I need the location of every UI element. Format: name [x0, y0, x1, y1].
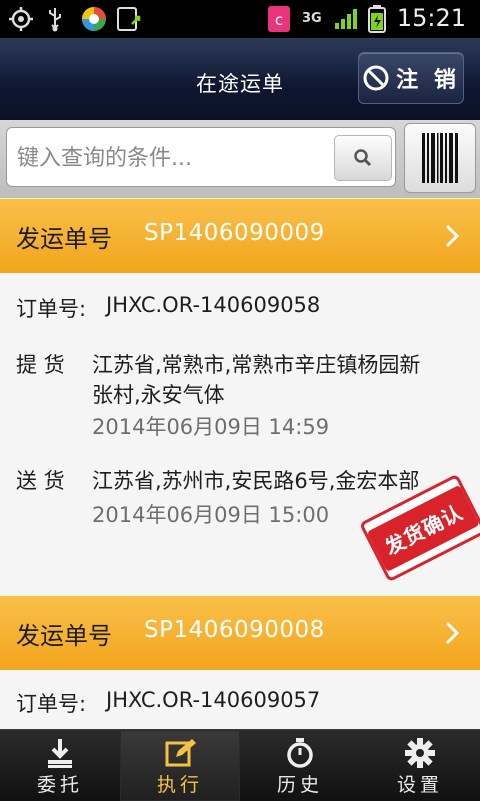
- notification-c-icon: c: [268, 6, 290, 32]
- pickup-address-line2: 张村,永安气体: [92, 383, 225, 407]
- chevron-right-icon: [444, 223, 460, 253]
- tab-label: 设置: [396, 774, 443, 796]
- tab-execute[interactable]: 执行: [120, 730, 240, 801]
- shipment-number: SP1406090008: [144, 617, 325, 643]
- shipment-header[interactable]: 发运单号 SP1406090009: [0, 198, 480, 273]
- search-icon: [354, 149, 372, 167]
- tab-label: 执行: [156, 774, 203, 796]
- stopwatch-icon: [285, 736, 315, 770]
- bottom-tab-bar: 委托 执行 历史 设置: [0, 729, 480, 801]
- gear-icon: [404, 736, 436, 770]
- gps-icon: [8, 7, 34, 31]
- network-3g-indicator: 3G: [302, 11, 322, 26]
- order-label: 订单号:: [16, 692, 87, 716]
- order-number: JHXC.OR-140609057: [106, 688, 321, 712]
- order-number: JHXC.OR-140609058: [106, 293, 321, 317]
- search-bar: [0, 120, 480, 198]
- shipment-label: 发运单号: [16, 225, 112, 253]
- shipment-details[interactable]: 订单号: JHXC.OR-140609057: [0, 670, 480, 729]
- logout-button[interactable]: 注 销: [358, 52, 464, 104]
- order-label: 订单号:: [16, 297, 87, 321]
- tab-label: 委托: [36, 774, 83, 796]
- search-box: [6, 127, 396, 187]
- no-entry-icon: [363, 65, 389, 91]
- barcode-scan-button[interactable]: [404, 123, 476, 193]
- app-icon: [80, 7, 108, 31]
- screenshot-icon: [116, 7, 146, 31]
- stamp-text: 发货确认: [366, 484, 480, 572]
- battery-icon: [368, 5, 386, 33]
- chevron-right-icon: [444, 620, 460, 650]
- tab-entrust[interactable]: 委托: [0, 730, 120, 801]
- pickup-label: 提 货: [16, 353, 65, 377]
- status-bar: c 3G 15:21: [0, 0, 480, 38]
- shipment-details[interactable]: 订单号: JHXC.OR-140609058 提 货 江苏省,常熟市,常熟市辛庄…: [0, 273, 480, 595]
- search-button[interactable]: [334, 135, 392, 181]
- svg-text:c: c: [275, 11, 283, 29]
- search-input[interactable]: [15, 138, 339, 178]
- delivery-label: 送 货: [16, 469, 65, 493]
- shipment-list[interactable]: 发运单号 SP1406090009 订单号: JHXC.OR-140609058…: [0, 198, 480, 729]
- logout-label: 注 销: [396, 68, 460, 93]
- pickup-address-line1: 江苏省,常熟市,常熟市辛庄镇杨园新: [92, 353, 421, 377]
- delivery-address: 江苏省,苏州市,安民路6号,金宏本部: [92, 469, 420, 493]
- signal-icon: [334, 7, 360, 31]
- pickup-time: 2014年06月09日 14:59: [92, 415, 330, 439]
- tab-history[interactable]: 历史: [240, 730, 360, 801]
- usb-icon: [46, 7, 64, 32]
- barcode-icon: [422, 133, 458, 183]
- download-icon: [45, 736, 75, 770]
- edit-icon: [164, 736, 196, 770]
- title-bar: 在途运单 注 销: [0, 38, 480, 120]
- tab-settings[interactable]: 设置: [360, 730, 480, 801]
- tab-label: 历史: [276, 774, 323, 796]
- shipment-number: SP1406090009: [144, 220, 325, 246]
- shipment-header[interactable]: 发运单号 SP1406090008: [0, 595, 480, 670]
- shipment-label: 发运单号: [16, 622, 112, 650]
- delivery-time: 2014年06月09日 15:00: [92, 503, 330, 527]
- clock: 15:21: [396, 4, 466, 32]
